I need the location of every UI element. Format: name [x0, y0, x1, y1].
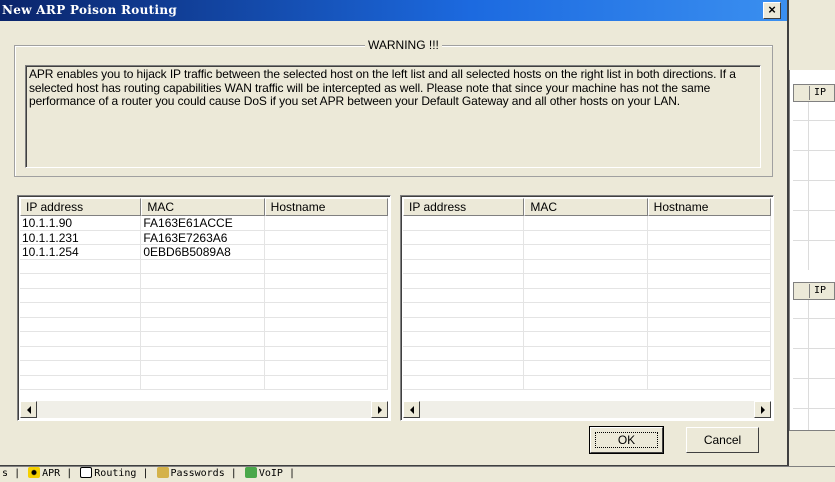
routing-icon [80, 467, 93, 478]
tab-passwords[interactable]: Passwords [155, 467, 225, 481]
cell-ip: 10.1.1.254 [20, 245, 142, 259]
cell-hostname [265, 245, 388, 259]
empty-row [403, 216, 771, 231]
ok-button[interactable]: OK [589, 426, 664, 454]
tab-apr[interactable]: APR [26, 467, 60, 481]
table-row[interactable]: 10.1.1.90 FA163E61ACCE [20, 216, 388, 231]
empty-row [20, 317, 388, 332]
tab-voip[interactable]: VoIP [243, 467, 283, 481]
cell-ip: 10.1.1.90 [20, 216, 142, 230]
tab-partial[interactable]: s [2, 467, 8, 481]
warning-heading: WARNING !!! [365, 38, 442, 52]
close-icon: × [768, 2, 776, 17]
arrow-left-icon [409, 405, 414, 414]
empty-row [20, 274, 388, 289]
scroll-right-button[interactable] [371, 401, 388, 418]
radiation-icon [28, 467, 41, 478]
empty-row [20, 303, 388, 318]
cell-hostname [265, 230, 388, 244]
close-button[interactable]: × [763, 2, 781, 19]
cancel-button[interactable]: Cancel [686, 427, 759, 453]
empty-row [403, 230, 771, 245]
background-grid-line [793, 240, 835, 241]
right-list-header: IP address MAC Hostname [403, 198, 771, 216]
background-grid-line [793, 408, 835, 409]
title-bar[interactable]: New ARP Poison Routing × [0, 0, 787, 21]
empty-row [403, 245, 771, 260]
background-grid-line [808, 300, 809, 430]
right-horizontal-scrollbar[interactable] [403, 401, 771, 418]
background-grid-line [793, 378, 835, 379]
background-grid-line [793, 210, 835, 211]
column-hostname[interactable]: Hostname [264, 198, 388, 216]
empty-row [403, 361, 771, 376]
empty-row [403, 274, 771, 289]
scroll-right-button[interactable] [754, 401, 771, 418]
cell-hostname [265, 216, 388, 230]
empty-row [403, 303, 771, 318]
empty-row [20, 346, 388, 361]
empty-row [20, 288, 388, 303]
left-host-list[interactable]: IP address MAC Hostname 10.1.1.90 FA163E6… [17, 195, 391, 421]
left-list-header: IP address MAC Hostname [20, 198, 388, 216]
dialog-title: New ARP Poison Routing [2, 3, 178, 17]
left-horizontal-scrollbar[interactable] [20, 401, 388, 418]
empty-row [403, 375, 771, 390]
cell-ip: 10.1.1.231 [20, 230, 142, 244]
table-row[interactable]: 10.1.1.254 0EBD6B5089A8 [20, 245, 388, 260]
background-tab-bar: s | APR | Routing | Passwords | VoIP | [0, 466, 835, 482]
left-list-rows: 10.1.1.90 FA163E61ACCE 10.1.1.231 FA163E72… [20, 216, 388, 400]
background-column-header-ip[interactable]: IP [793, 84, 835, 102]
focus-rectangle [595, 432, 658, 448]
empty-row [403, 346, 771, 361]
right-host-list[interactable]: IP address MAC Hostname [400, 195, 774, 421]
cell-mac: FA163E7263A6 [141, 230, 265, 244]
background-grid-line [793, 180, 835, 181]
column-ip-address[interactable]: IP address [403, 198, 525, 216]
key-icon [156, 467, 169, 478]
empty-row [20, 361, 388, 376]
cell-mac: 0EBD6B5089A8 [141, 245, 265, 259]
arrow-right-icon [377, 405, 382, 414]
right-list-rows [403, 216, 771, 400]
empty-row [403, 317, 771, 332]
cell-mac: FA163E61ACCE [141, 216, 265, 230]
scroll-left-button[interactable] [20, 401, 37, 418]
apr-dialog: New ARP Poison Routing × WARNING !!! APR… [0, 0, 789, 466]
tab-routing[interactable]: Routing [78, 467, 136, 481]
background-statusbar [789, 430, 835, 466]
background-column-header-ip-2[interactable]: IP [793, 282, 835, 300]
empty-row [20, 332, 388, 347]
column-hostname[interactable]: Hostname [647, 198, 771, 216]
empty-row [20, 259, 388, 274]
empty-row [403, 332, 771, 347]
column-mac[interactable]: MAC [141, 198, 265, 216]
background-grid-line [808, 102, 809, 270]
background-grid-line [793, 318, 835, 319]
table-row[interactable]: 10.1.1.231 FA163E7263A6 [20, 230, 388, 245]
arrow-left-icon [26, 405, 31, 414]
background-grid-line [793, 150, 835, 151]
warning-text: APR enables you to hijack IP traffic bet… [25, 65, 761, 168]
column-mac[interactable]: MAC [524, 198, 648, 216]
background-grid-line [793, 348, 835, 349]
scroll-left-button[interactable] [403, 401, 420, 418]
empty-row [403, 288, 771, 303]
empty-row [20, 375, 388, 390]
arrow-right-icon [760, 405, 765, 414]
background-grid-line [793, 120, 835, 121]
empty-row [403, 259, 771, 274]
voip-icon [244, 467, 257, 478]
column-ip-address[interactable]: IP address [20, 198, 142, 216]
background-toolbar [789, 0, 835, 70]
background-window [789, 0, 835, 482]
